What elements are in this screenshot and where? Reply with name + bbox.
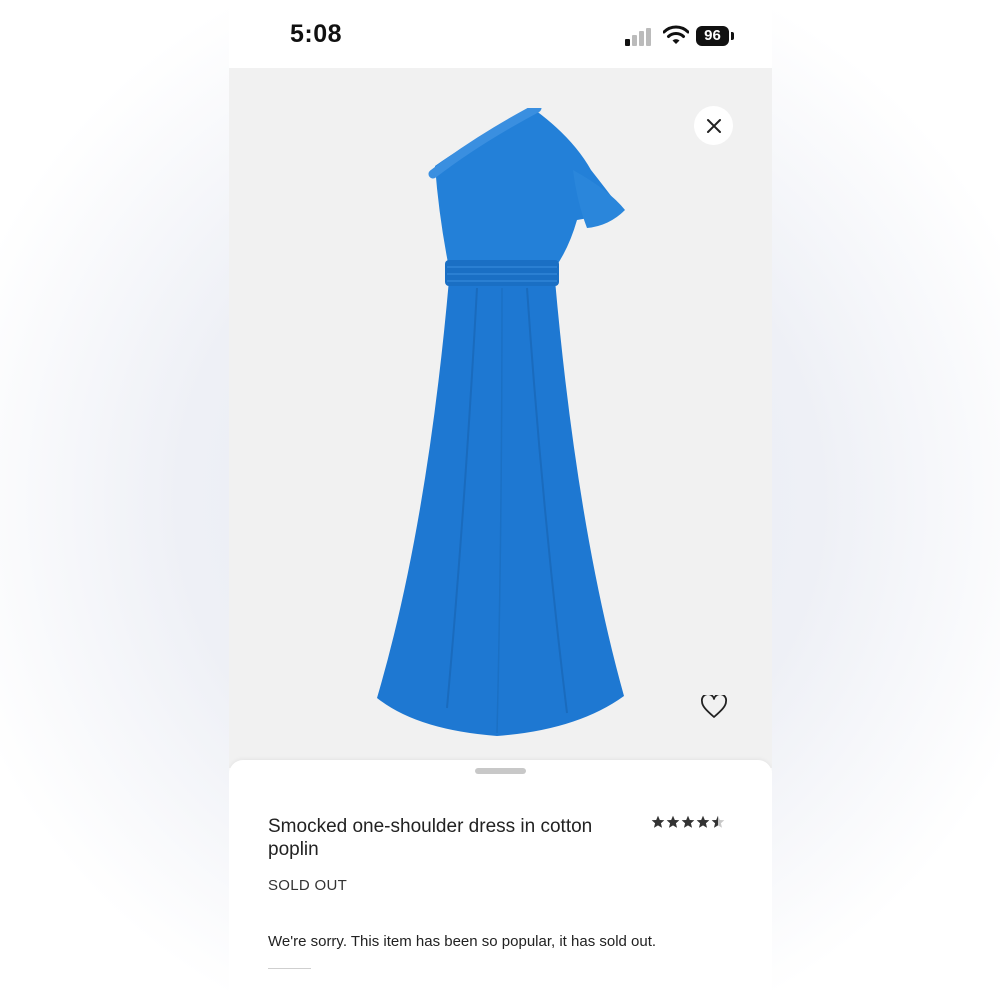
- product-image-area: [229, 68, 772, 768]
- close-icon: [706, 118, 721, 133]
- wifi-icon: [663, 25, 689, 44]
- product-title: Smocked one-shoulder dress in cotton pop…: [268, 816, 593, 860]
- battery-level: 96: [704, 27, 721, 44]
- star-icon: [681, 815, 695, 828]
- sheet-grab-handle[interactable]: [475, 768, 526, 774]
- status-time: 5:08: [290, 20, 343, 48]
- battery-tip: [731, 32, 734, 40]
- heart-icon: [701, 695, 727, 718]
- stock-status: SOLD OUT: [268, 877, 348, 894]
- favorite-button[interactable]: [699, 692, 729, 722]
- rating-stars[interactable]: [651, 815, 725, 829]
- product-details-sheet: Smocked one-shoulder dress in cotton pop…: [229, 760, 772, 1000]
- star-icon: [696, 815, 710, 828]
- star-icon: [651, 815, 665, 828]
- star-icon: [666, 815, 680, 828]
- signal-icon: [625, 28, 651, 46]
- phone-screen: 5:08 96 Smocked one-shoulder dress in co…: [229, 0, 772, 1000]
- battery-icon: 96: [696, 26, 729, 46]
- star-icon: [711, 815, 725, 828]
- divider: [268, 968, 311, 969]
- close-button[interactable]: [694, 106, 733, 145]
- product-image-dress: [377, 108, 625, 736]
- sold-out-message: We're sorry. This item has been so popul…: [268, 933, 657, 950]
- status-bar: 5:08 96: [229, 0, 772, 68]
